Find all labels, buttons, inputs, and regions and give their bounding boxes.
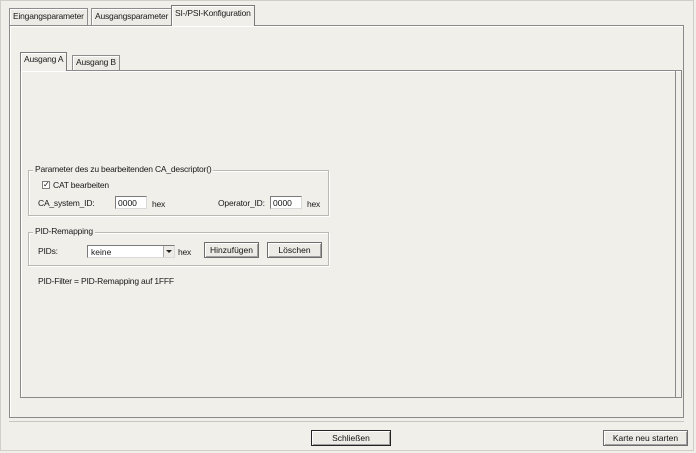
pid-remapping-group-title: PID-Remapping: [33, 226, 95, 236]
panel-divider: [675, 71, 676, 397]
ca-system-id-input[interactable]: [115, 196, 147, 209]
pids-label: PIDs:: [38, 246, 58, 256]
ca-system-id-label: CA_system_ID:: [38, 198, 95, 208]
cat-checkbox[interactable]: ✓: [42, 181, 50, 189]
delete-pid-button[interactable]: Löschen: [267, 242, 322, 258]
tab-ausgang-b[interactable]: Ausgang B: [72, 55, 120, 70]
restart-card-button[interactable]: Karte neu starten: [603, 430, 688, 446]
add-pid-button[interactable]: Hinzufügen: [204, 242, 259, 258]
pid-filter-note: PID-Filter = PID-Remapping auf 1FFF: [38, 276, 174, 286]
ca-descriptor-group: [28, 170, 329, 216]
pids-select[interactable]: keine: [87, 245, 175, 258]
cat-checkbox-label: CAT bearbeiten: [53, 180, 109, 190]
tab-eingangsparameter[interactable]: Eingangsparameter: [9, 8, 88, 25]
operator-id-unit: hex: [307, 199, 321, 209]
operator-id-input[interactable]: [270, 196, 302, 209]
tab-ausgang-a[interactable]: Ausgang A: [20, 52, 68, 71]
ca-descriptor-group-title: Parameter des zu bearbeitenden CA_descri…: [33, 164, 214, 174]
tab-si-psi-konfiguration[interactable]: SI-/PSI-Konfiguration: [171, 5, 255, 26]
chevron-down-icon[interactable]: [163, 246, 174, 257]
tab-ausgangsparameter[interactable]: Ausgangsparameter: [91, 8, 173, 25]
footer-separator: [9, 421, 684, 422]
pids-unit: hex: [178, 247, 192, 257]
pids-select-value: keine: [91, 247, 112, 257]
operator-id-label: Operator_ID:: [218, 198, 265, 208]
close-button[interactable]: Schließen: [311, 430, 391, 446]
check-mark-icon: ✓: [43, 180, 50, 189]
ca-system-id-unit: hex: [152, 199, 166, 209]
